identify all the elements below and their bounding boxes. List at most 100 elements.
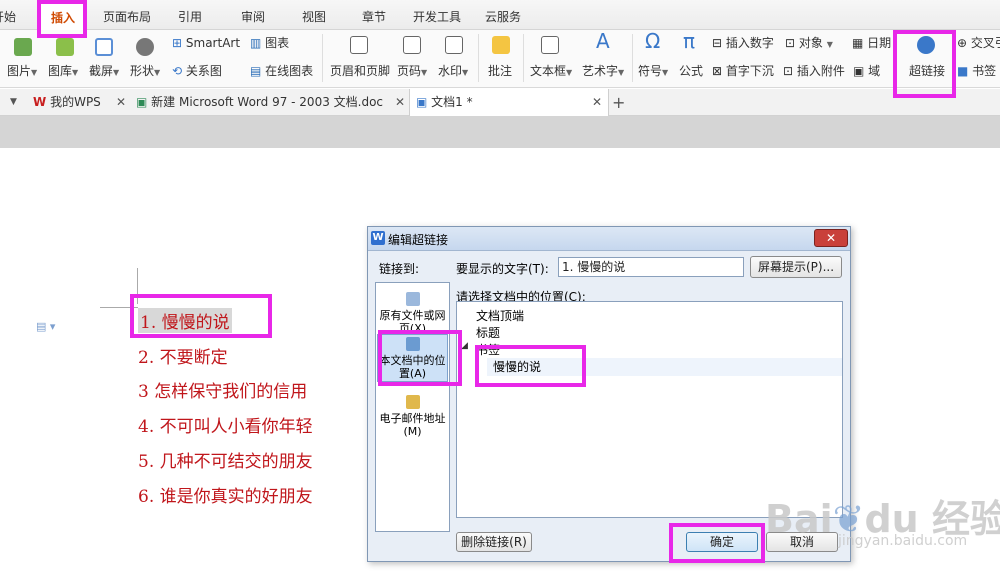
doc-tab-doc1-label: 文档1 * [431, 95, 473, 109]
art-text-icon: A [596, 29, 610, 53]
shape-icon [136, 38, 154, 56]
online-chart-label: 在线图表 [265, 64, 314, 78]
margin-marker [100, 307, 138, 308]
display-text-input[interactable]: 1. 慢慢的说 [558, 257, 744, 277]
tree-node-top[interactable]: 文档顶端 [476, 307, 524, 324]
screen-tip-button[interactable]: 屏幕提示(P)... [750, 256, 842, 278]
textbox-label: 文本框 [530, 64, 567, 78]
picture-button[interactable]: 图片▼ [7, 64, 37, 80]
display-text-label: 要显示的文字(T): [456, 262, 549, 276]
tab-cloud[interactable]: 云服务 [485, 8, 521, 25]
shape-button[interactable]: 形状▼ [130, 64, 160, 80]
watermark-label: 水印 [438, 64, 463, 78]
drop-cap-label: 首字下沉 [725, 64, 774, 78]
tab-view[interactable]: 视图 [302, 8, 326, 25]
remove-link-button[interactable]: 删除链接(R) [456, 532, 532, 552]
page-number-label: 页码 [397, 64, 422, 78]
comment-icon [492, 36, 510, 54]
smartart-button[interactable]: ⊞ SmartArt [172, 36, 240, 50]
list-item[interactable]: 1. 慢慢的说 [138, 308, 232, 333]
object-button[interactable]: ⊡ 对象 ▼ [785, 36, 833, 52]
margin-marker [137, 268, 138, 304]
cross-reference-button[interactable]: ⊕ 交叉引 [957, 36, 1000, 50]
relation-diagram-button[interactable]: ⟲ 关系图 [172, 64, 222, 78]
place-in-document-option[interactable]: 本文档中的位置(A) [377, 334, 448, 382]
insert-attachment-label: 插入附件 [796, 64, 845, 78]
watermark-icon [445, 36, 463, 54]
list-item[interactable]: 6. 谁是你真实的好朋友 [138, 482, 313, 507]
watermark-button[interactable]: 水印▼ [438, 64, 468, 80]
symbol-button[interactable]: 符号▼ [638, 64, 668, 80]
paragraph-options-icon[interactable]: ▤ ▾ [36, 320, 55, 333]
email-address-label: 电子邮件地址(M) [379, 412, 446, 438]
menu-bar: 开始 插入 页面布局 引用 审阅 视图 章节 开发工具 云服务 [0, 0, 1000, 31]
link-type-panel: 原有文件或网页(X) 本文档中的位置(A) 电子邮件地址(M) [375, 282, 450, 532]
tab-section[interactable]: 章节 [362, 8, 386, 25]
page-number-button[interactable]: 页码▼ [397, 64, 427, 80]
tab-insert[interactable]: 插入 [40, 2, 87, 31]
close-icon[interactable]: ✕ [592, 89, 602, 116]
ribbon: ⊞ SmartArt ▥ 图表 A Ω π ⊟ 插入数字 ⊡ 对象 ▼ ▦ 日期… [0, 30, 1000, 88]
watermark-url: jingyan.baidu.com [838, 533, 968, 549]
insert-number-label: 插入数字 [725, 36, 774, 50]
art-text-label: 艺术字 [582, 64, 619, 78]
header-footer-button[interactable]: 页眉和页脚 [330, 64, 390, 78]
picture-label: 图片 [7, 64, 32, 78]
web-page-icon [405, 292, 420, 306]
insert-number-button[interactable]: ⊟ 插入数字 [712, 36, 774, 50]
new-tab-plus-icon[interactable]: + [612, 89, 625, 116]
tab-page-layout[interactable]: 页面布局 [103, 8, 151, 25]
textbox-icon [541, 36, 559, 54]
expand-arrow-icon[interactable]: ◢ [461, 341, 468, 351]
hyperlink-button[interactable]: 超链接 [909, 64, 945, 78]
tree-node-headings[interactable]: 标题 [476, 324, 500, 341]
field-button[interactable]: ▣ 域 [853, 64, 880, 78]
close-icon[interactable]: ✕ [814, 229, 848, 247]
document-place-icon [405, 337, 420, 351]
list-item[interactable]: 4. 不可叫人小看你年轻 [138, 412, 313, 437]
close-icon[interactable]: ✕ [395, 89, 405, 116]
symbol-label: 符号 [638, 64, 663, 78]
picture-icon [14, 38, 32, 56]
doc-tab-mywps[interactable]: W 我的WPS [33, 89, 101, 116]
document-tab-bar: ▼ W 我的WPS ✕ ▣ 新建 Microsoft Word 97 - 200… [0, 89, 1000, 116]
screenshot-label: 截屏 [89, 64, 114, 78]
existing-file-option[interactable]: 原有文件或网页(X) [377, 290, 448, 340]
place-in-document-label: 本文档中的位置(A) [379, 354, 446, 380]
chart-button[interactable]: ▥ 图表 [250, 36, 289, 50]
gallery-icon [56, 38, 74, 56]
close-icon[interactable]: ✕ [116, 89, 126, 116]
email-address-option[interactable]: 电子邮件地址(M) [377, 393, 448, 439]
doc-tab-word97[interactable]: ▣ 新建 Microsoft Word 97 - 2003 文档.doc [136, 89, 383, 116]
header-footer-icon [350, 36, 368, 54]
list-item[interactable]: 3 怎样保守我们的信用 [138, 377, 307, 402]
tab-list-dropdown-icon[interactable]: ▼ [10, 89, 17, 116]
tree-node-bookmark-item[interactable]: 慢慢的说 [487, 358, 842, 376]
tab-developer[interactable]: 开发工具 [413, 8, 461, 25]
tree-node-bookmarks[interactable]: 书签 [476, 341, 500, 358]
insert-attachment-button[interactable]: ⊡ 插入附件 [783, 64, 845, 78]
tab-references[interactable]: 引用 [178, 8, 202, 25]
gallery-button[interactable]: 图库▼ [48, 64, 78, 80]
screenshot-icon [95, 38, 113, 56]
drop-cap-button[interactable]: ⊠ 首字下沉 [712, 64, 774, 78]
formula-button[interactable]: 公式 [679, 64, 703, 78]
list-item[interactable]: 2. 不要断定 [138, 343, 228, 368]
location-tree: 文档顶端 标题 ◢ 书签 慢慢的说 [456, 301, 843, 518]
screenshot-button[interactable]: 截屏▼ [89, 64, 119, 80]
tab-review[interactable]: 审阅 [241, 8, 265, 25]
online-chart-button[interactable]: ▤ 在线图表 [250, 64, 313, 78]
comment-button[interactable]: 批注 [488, 64, 512, 78]
tab-start[interactable]: 开始 [0, 8, 16, 25]
date-button[interactable]: ▦ 日期 [852, 36, 891, 50]
ok-button[interactable]: 确定 [686, 532, 758, 552]
ribbon-separator [322, 34, 323, 82]
dialog-title-bar[interactable]: W 编辑超链接 ✕ [368, 227, 850, 251]
bookmark-button[interactable]: ■ 书签 [957, 64, 996, 78]
hyperlink-icon [917, 36, 935, 54]
art-text-button[interactable]: 艺术字▼ [582, 64, 624, 80]
list-item[interactable]: 5. 几种不可结交的朋友 [138, 447, 313, 472]
relation-diagram-label: 关系图 [185, 64, 222, 78]
textbox-button[interactable]: 文本框▼ [530, 64, 572, 80]
doc-tab-doc1[interactable]: ▣ 文档1 * ✕ [409, 89, 609, 116]
